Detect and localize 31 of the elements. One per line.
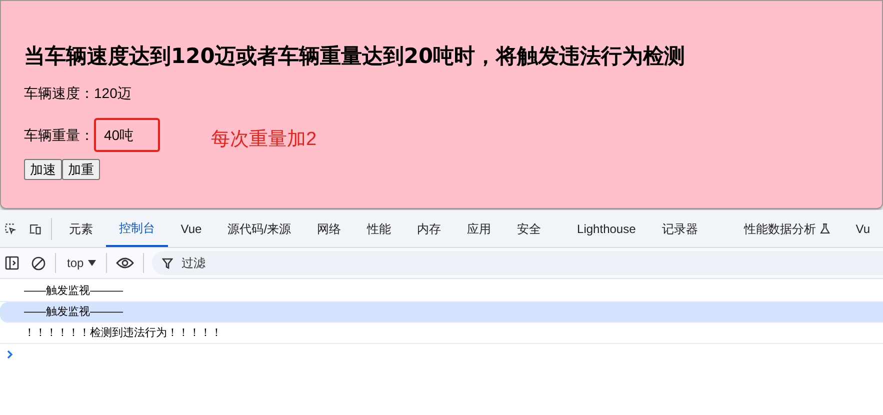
sidebar-toggle-icon[interactable] xyxy=(5,256,19,270)
devtools-tab[interactable]: 内存 xyxy=(404,210,454,247)
page-button[interactable]: 加重 xyxy=(62,158,100,180)
devtools-tab[interactable]: 源代码/来源 xyxy=(214,210,304,247)
weight-label: 车辆重量： xyxy=(24,126,94,145)
weight-value: 40吨 xyxy=(94,118,160,152)
devtools-tab[interactable]: 记录器 xyxy=(648,210,711,247)
devtools-tab[interactable]: 应用 xyxy=(454,210,504,247)
devtools-tab[interactable]: Vu xyxy=(842,210,883,247)
filter-field[interactable]: 过滤 xyxy=(152,251,883,275)
devtools-tab[interactable]: Vue xyxy=(168,210,215,247)
annotation-text: 每次重量加2 xyxy=(211,128,317,152)
filter-icon xyxy=(162,258,173,269)
console-message: ——触发监视——— xyxy=(0,302,883,323)
caret-icon xyxy=(88,260,96,266)
devtools-tab[interactable]: 网络 xyxy=(304,210,354,247)
page-heading: 当车辆速度达到120迈或者车辆重量达到20吨时，将触发违法行为检测 xyxy=(24,43,686,70)
device-icon[interactable] xyxy=(29,222,42,236)
devtools-tab[interactable]: Lighthouse xyxy=(564,210,649,247)
clear-icon[interactable] xyxy=(31,256,46,270)
devtools-tab[interactable]: 性能数据分析 xyxy=(730,210,843,247)
page-button[interactable]: 加速 xyxy=(24,158,62,180)
console-message: ！！！！！！检测到违法行为！！！！！ xyxy=(0,323,883,344)
devtools-tab[interactable]: 安全 xyxy=(504,210,554,247)
devtools-tab[interactable]: 元素 xyxy=(56,210,106,247)
speed-text: 车辆速度：120迈 xyxy=(24,84,132,103)
eye-icon[interactable] xyxy=(116,257,134,269)
prompt-icon xyxy=(7,350,13,359)
devtools-tab[interactable]: 性能 xyxy=(354,210,404,247)
inspect-icon[interactable] xyxy=(5,222,16,236)
context-dropdown[interactable]: top xyxy=(67,254,96,272)
